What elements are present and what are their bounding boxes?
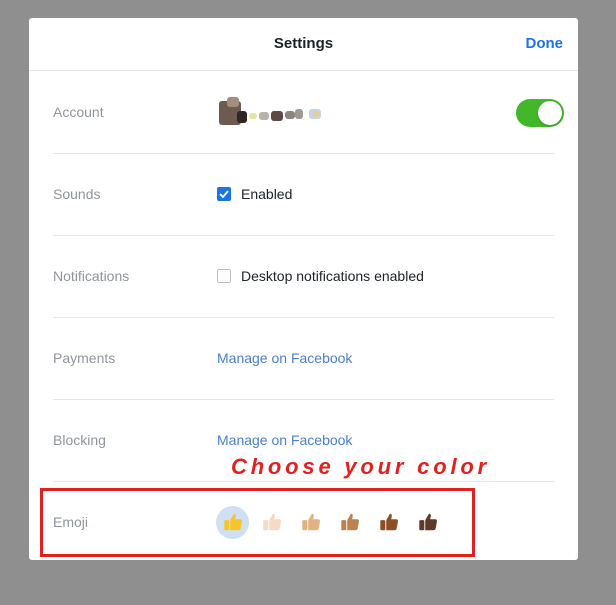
payments-label: Payments (53, 350, 116, 366)
account-control (217, 71, 337, 153)
notifications-row: Notifications Desktop notifications enab… (53, 235, 554, 318)
sounds-checkbox[interactable] (217, 187, 231, 201)
dialog-header: Settings Done (29, 18, 578, 71)
account-avatar (217, 95, 337, 129)
payments-manage-link[interactable]: Manage on Facebook (217, 350, 352, 366)
sounds-label: Sounds (53, 186, 101, 202)
payments-row: Payments Manage on Facebook (53, 317, 554, 400)
payments-control: Manage on Facebook (217, 317, 352, 399)
notifications-checkbox-label: Desktop notifications enabled (241, 268, 424, 284)
toggle-knob (538, 101, 562, 125)
sounds-checkbox-label: Enabled (241, 186, 293, 202)
account-toggle[interactable] (516, 99, 564, 127)
sounds-row: Sounds Enabled (53, 153, 554, 236)
blocking-label: Blocking (53, 432, 106, 448)
check-icon (219, 190, 229, 198)
notifications-control: Desktop notifications enabled (217, 235, 424, 317)
notifications-checkbox[interactable] (217, 269, 231, 283)
blocking-manage-link[interactable]: Manage on Facebook (217, 432, 352, 448)
notifications-label: Notifications (53, 268, 130, 284)
sounds-control: Enabled (217, 153, 292, 235)
done-button[interactable]: Done (526, 35, 564, 52)
dialog-title: Settings (273, 35, 334, 52)
account-label: Account (53, 104, 104, 120)
annotation-text: Choose your color (231, 454, 490, 479)
account-row: Account (53, 71, 564, 154)
annotation-highlight-box (40, 488, 475, 557)
